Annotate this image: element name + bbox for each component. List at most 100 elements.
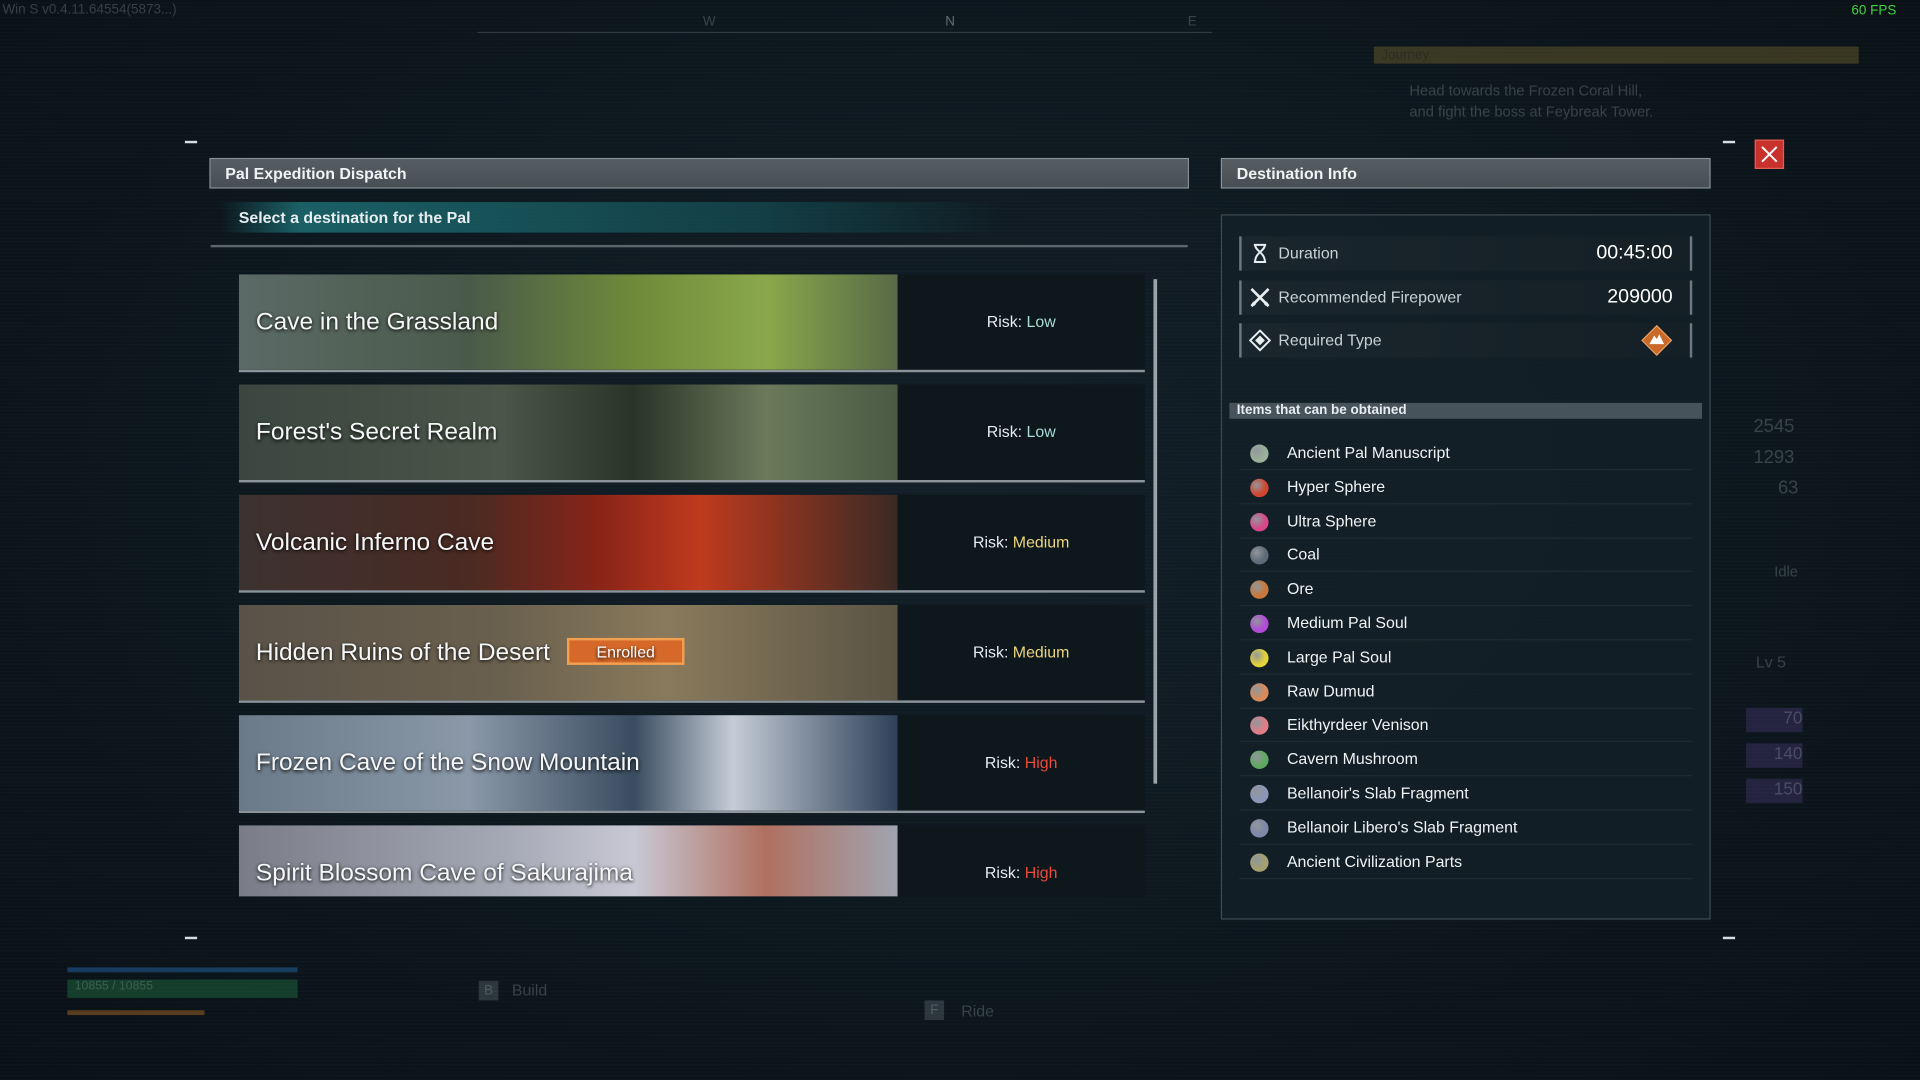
- risk-label: Risk:: [986, 422, 1023, 441]
- item-name: Ancient Pal Manuscript: [1286, 443, 1450, 462]
- destination-name-text: Frozen Cave of the Snow Mountain: [255, 749, 640, 777]
- expedition-title: Pal Expedition Dispatch: [209, 157, 1189, 189]
- item-name: Raw Dumud: [1286, 681, 1375, 700]
- hourglass-icon: [1253, 243, 1267, 264]
- game-screen: Win S v0.4.11.64554(5873...) 60 FPS W N …: [0, 0, 1920, 1080]
- destination-name: Frozen Cave of the Snow Mountain: [256, 715, 640, 811]
- destination-row[interactable]: Forest's Secret Realm Risk: Low: [238, 384, 1145, 483]
- risk-value: Low: [1026, 422, 1056, 441]
- item-icon: [1250, 478, 1269, 497]
- risk-level: Risk: Low: [898, 274, 1145, 370]
- item-icon: [1250, 784, 1269, 804]
- fps-counter: 60 FPS: [1851, 3, 1897, 19]
- risk-level: Risk: Medium: [898, 495, 1145, 591]
- firepower-row: Recommended Firepower 209000: [1239, 280, 1693, 315]
- item-name: Hyper Sphere: [1286, 477, 1386, 496]
- risk-value: High: [1024, 753, 1058, 772]
- risk-label: Risk:: [986, 312, 1023, 331]
- item-icon: [1250, 444, 1269, 463]
- ride-label: Ride: [961, 1001, 994, 1021]
- side-value-3: 150: [1746, 778, 1803, 804]
- item-icon: [1250, 682, 1269, 702]
- item-name: Medium Pal Soul: [1286, 613, 1408, 632]
- quest-text-2: and fight the boss at Feybreak Tower.: [1409, 102, 1654, 121]
- destination-row[interactable]: Frozen Cave of the Snow Mountain Risk: H…: [238, 715, 1145, 814]
- expedition-subtitle: Select a destination for the Pal: [220, 202, 1005, 233]
- risk-value: Medium: [1012, 642, 1070, 662]
- item-name: Bellanoir's Slab Fragment: [1286, 783, 1469, 803]
- destination-name-text: Cave in the Grassland: [255, 308, 499, 336]
- risk-value: High: [1024, 863, 1058, 882]
- stat-1: 2545: [1753, 416, 1795, 438]
- destination-name: Cave in the Grassland: [256, 274, 498, 370]
- item-row: Raw Dumud: [1239, 675, 1693, 709]
- firepower-label: Recommended Firepower: [1278, 287, 1462, 307]
- item-row: Hyper Sphere: [1239, 471, 1693, 505]
- crossed-swords-icon: [1250, 288, 1270, 308]
- item-row: Bellanoir Libero's Slab Fragment: [1239, 812, 1693, 845]
- health-bar: 10855 / 10855: [67, 979, 298, 998]
- destination-info-title: Destination Info: [1220, 157, 1711, 189]
- stamina-bar: [67, 967, 298, 973]
- journey-header: Journey: [1373, 46, 1859, 64]
- item-name: Ancient Civilization Parts: [1286, 851, 1463, 871]
- duration-label: Duration: [1278, 243, 1339, 263]
- item-row: Cavern Mushroom: [1239, 743, 1693, 777]
- duration-value: 00:45:00: [1596, 242, 1673, 264]
- firepower-value: 209000: [1607, 286, 1673, 308]
- quest-text-1: Head towards the Frozen Coral Hill,: [1409, 82, 1643, 100]
- frame-corner: [184, 140, 198, 144]
- diamond-icon: [1248, 329, 1272, 352]
- risk-level: Risk: Low: [898, 384, 1145, 480]
- divider: [210, 244, 1188, 248]
- build-key: B: [478, 980, 499, 1001]
- items-header: Items that can be obtained: [1229, 402, 1703, 419]
- close-icon: [1761, 146, 1778, 163]
- ride-key: F: [924, 1000, 945, 1021]
- destination-list: Cave in the Grassland Risk: Low Forest's…: [238, 274, 1145, 897]
- item-row: Medium Pal Soul: [1239, 607, 1693, 641]
- destination-row[interactable]: Hidden Ruins of the Desert Enrolled Risk:…: [238, 604, 1145, 703]
- risk-level: Risk: High: [898, 715, 1145, 811]
- item-icon: [1250, 546, 1269, 565]
- item-name: Bellanoir Libero's Slab Fragment: [1286, 817, 1518, 837]
- item-name: Eikthyrdeer Venison: [1286, 715, 1429, 734]
- stat-2: 1293: [1753, 446, 1795, 468]
- destination-name: Hidden Ruins of the Desert Enrolled: [255, 605, 685, 701]
- item-row: Large Pal Soul: [1239, 641, 1693, 675]
- item-row: Eikthyrdeer Venison: [1239, 709, 1693, 743]
- item-row: Ancient Civilization Parts: [1239, 846, 1693, 879]
- stat-3: 63: [1777, 477, 1799, 499]
- idle-status: Idle: [1774, 563, 1798, 581]
- version-text: Win S v0.4.11.64554(5873...): [2, 2, 177, 18]
- hunger-bar: [67, 1010, 205, 1016]
- item-icon: [1250, 818, 1269, 838]
- scrollbar[interactable]: [1153, 279, 1158, 784]
- level-text: Lv 5: [1755, 652, 1787, 672]
- risk-label: Risk:: [972, 642, 1009, 662]
- item-row: Coal: [1239, 539, 1693, 573]
- destination-name-text: Hidden Ruins of the Desert: [255, 639, 550, 667]
- risk-value: Medium: [1012, 532, 1070, 552]
- item-icon: [1250, 580, 1269, 600]
- destination-row[interactable]: Cave in the Grassland Risk: Low: [238, 274, 1145, 373]
- item-row: Ultra Sphere: [1239, 505, 1693, 539]
- destination-name-text: Volcanic Inferno Cave: [255, 528, 495, 556]
- item-icon: [1250, 716, 1269, 736]
- risk-level: Risk: High: [898, 825, 1145, 896]
- item-name: Ore: [1286, 579, 1314, 598]
- close-button[interactable]: [1754, 139, 1785, 169]
- compass-e: E: [1187, 14, 1197, 30]
- required-type-label: Required Type: [1278, 330, 1382, 349]
- compass-bar: [477, 31, 1213, 34]
- destination-row[interactable]: Spirit Blossom Cave of Sakurajima Risk: …: [238, 825, 1145, 897]
- destination-row[interactable]: Volcanic Inferno Cave Risk: Medium: [238, 494, 1145, 593]
- build-label: Build: [511, 980, 548, 1000]
- destination-name: Spirit Blossom Cave of Sakurajima: [256, 825, 633, 896]
- item-row: Ancient Pal Manuscript: [1239, 437, 1693, 471]
- item-row: Bellanoir's Slab Fragment: [1239, 778, 1693, 811]
- destination-name-text: Spirit Blossom Cave of Sakurajima: [255, 859, 633, 887]
- item-icon: [1250, 614, 1269, 634]
- compass-w: W: [702, 14, 716, 30]
- item-name: Ultra Sphere: [1286, 511, 1377, 530]
